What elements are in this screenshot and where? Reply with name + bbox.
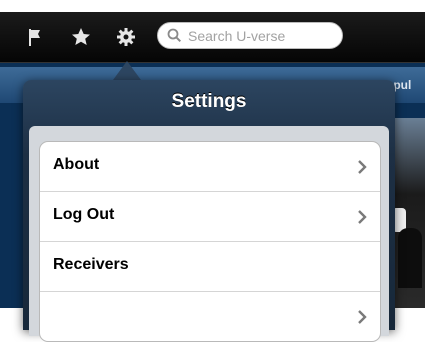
settings-item-log-out[interactable]: Log Out	[40, 192, 380, 242]
chevron-right-icon	[358, 210, 367, 224]
settings-list: About Log Out Receivers	[39, 141, 381, 342]
popover-title: Settings	[171, 91, 247, 112]
photo-figure-dark	[398, 228, 422, 288]
settings-item-label: Receivers	[53, 256, 129, 273]
settings-sheet: About Log Out Receivers	[29, 126, 389, 342]
chevron-right-icon	[358, 160, 367, 174]
settings-item-partial[interactable]	[40, 292, 380, 341]
star-icon[interactable]	[70, 26, 92, 48]
flag-icon[interactable]	[25, 26, 47, 48]
search-icon	[167, 28, 182, 43]
background-photo	[392, 118, 425, 308]
settings-item-about[interactable]: About	[40, 142, 380, 192]
settings-popover: Settings About Log Out Receivers	[23, 80, 395, 342]
search-box[interactable]	[157, 22, 343, 49]
popover-arrow	[113, 61, 141, 80]
top-toolbar	[0, 12, 425, 63]
settings-item-receivers[interactable]: Receivers	[40, 242, 380, 292]
settings-item-label: About	[53, 156, 100, 173]
gear-icon[interactable]	[115, 26, 137, 48]
status-strip	[0, 0, 425, 12]
chevron-right-icon	[358, 310, 367, 324]
settings-item-label: Log Out	[53, 206, 115, 223]
search-input[interactable]	[188, 26, 336, 45]
